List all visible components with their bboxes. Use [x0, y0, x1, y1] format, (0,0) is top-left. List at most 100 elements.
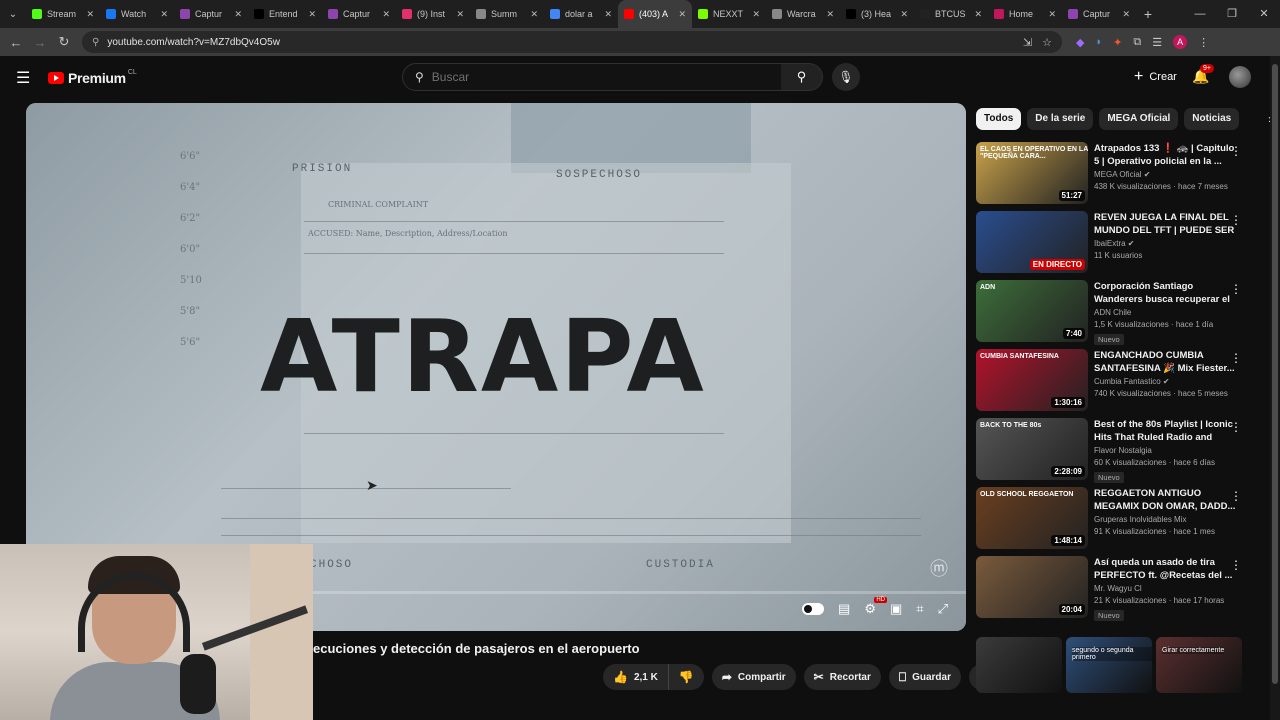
filter-chip[interactable]: Todos [976, 108, 1022, 130]
channel-name[interactable]: Mr. Wagyu Cl [1094, 584, 1240, 593]
save-button[interactable]: ⎕ Guardar [888, 664, 961, 690]
autoplay-toggle[interactable] [802, 603, 825, 615]
account-avatar[interactable] [1229, 66, 1251, 88]
forward-icon[interactable]: → [28, 35, 52, 50]
reload-icon[interactable]: ↻ [52, 34, 76, 50]
channel-name[interactable]: MEGA Oficial ✔ [1094, 170, 1240, 179]
channel-name[interactable]: IbaiExtra ✔ [1094, 239, 1240, 248]
restore-icon[interactable]: ❐ [1216, 0, 1248, 28]
recommendation-title[interactable]: ENGANCHADO CUMBIA SANTAFESINA 🎉 Mix Fies… [1094, 349, 1240, 375]
short-thumbnail[interactable]: segundo o segunda primero [1066, 637, 1152, 693]
recommendation-item[interactable]: EL CAOS EN OPERATIVO EN LA "PEQUEÑA CARA… [976, 142, 1252, 211]
youtube-logo[interactable]: Premium CL [48, 69, 137, 86]
browser-tab[interactable]: Watch ✕ [100, 0, 174, 28]
recommendation-title[interactable]: REVEN JUEGA LA FINAL DEL MUNDO DEL TFT |… [1094, 211, 1240, 237]
more-options-icon[interactable]: ⋮ [1230, 351, 1242, 365]
recommendation-item[interactable]: BACK TO THE 80s 2:28:09 Best of the 80s Pl… [976, 418, 1252, 487]
tab-close-icon[interactable]: ✕ [382, 9, 390, 20]
subtitles-icon[interactable]: ▤ [838, 601, 850, 617]
dislike-button[interactable]: 👎 [668, 664, 704, 690]
minimize-icon[interactable]: — [1184, 0, 1216, 28]
browser-tab[interactable]: (403) A ✕ [618, 0, 692, 28]
miniplayer-icon[interactable]: ▣ [890, 601, 902, 617]
short-thumbnail[interactable] [976, 637, 1062, 693]
new-tab-button[interactable]: + [1136, 6, 1160, 22]
video-thumbnail[interactable]: EN DIRECTO [976, 211, 1088, 273]
create-button[interactable]: + Crear [1124, 64, 1187, 90]
recommendation-title[interactable]: Atrapados 133 ❗ 🚓 | Capitulo 5 | Operati… [1094, 142, 1240, 168]
search-input[interactable] [431, 70, 732, 84]
site-info-icon[interactable]: ⚲ [92, 37, 99, 48]
browser-tab[interactable]: Entend ✕ [248, 0, 322, 28]
settings-gear-icon[interactable]: ⚙ HD [864, 597, 887, 617]
channel-name[interactable]: ADN Chile [1094, 308, 1240, 317]
voice-search-icon[interactable]: 🎙 [832, 63, 860, 91]
like-button[interactable]: 👍 2,1 K [603, 664, 669, 690]
video-thumbnail[interactable]: CUMBIA SANTAFESINA 1:30:16 [976, 349, 1088, 411]
menu-icon[interactable]: ☰ [16, 68, 34, 88]
browser-tab[interactable]: Summ ✕ [470, 0, 544, 28]
tab-close-icon[interactable]: ✕ [308, 9, 316, 20]
tab-close-icon[interactable]: ✕ [604, 9, 612, 20]
filter-chip[interactable]: MEGA Oficial [1099, 108, 1179, 130]
browser-tab[interactable]: (9) Inst ✕ [396, 0, 470, 28]
more-options-icon[interactable]: ⋮ [1230, 420, 1242, 434]
fullscreen-icon[interactable]: ⤢ [938, 601, 948, 617]
browser-tab[interactable]: BTCUS ✕ [914, 0, 988, 28]
page-scrollbar[interactable] [1270, 56, 1280, 720]
browser-tab[interactable]: Home ✕ [988, 0, 1062, 28]
tab-close-icon[interactable]: ✕ [86, 9, 94, 20]
more-options-icon[interactable]: ⋮ [1230, 489, 1242, 503]
browser-tab[interactable]: NEXXT ✕ [692, 0, 766, 28]
tab-close-icon[interactable]: ✕ [678, 9, 686, 20]
tab-close-icon[interactable]: ✕ [456, 9, 464, 20]
browser-tab[interactable]: Captur ✕ [322, 0, 396, 28]
scrollbar-thumb[interactable] [1272, 64, 1278, 684]
recommendation-item[interactable]: CUMBIA SANTAFESINA 1:30:16 ENGANCHADO CUMB… [976, 349, 1252, 418]
extensions-puzzle-icon[interactable]: ⧉ [1133, 36, 1141, 49]
close-window-icon[interactable]: ✕ [1248, 0, 1280, 28]
clip-button[interactable]: ✂ Recortar [803, 664, 881, 690]
filter-chip[interactable]: De la serie [1027, 108, 1094, 130]
more-options-icon[interactable]: ⋮ [1230, 144, 1242, 158]
browser-tab[interactable]: Captur ✕ [174, 0, 248, 28]
back-icon[interactable]: ← [4, 35, 28, 50]
search-button[interactable]: ⚲ [781, 63, 823, 91]
tab-close-icon[interactable]: ✕ [1122, 9, 1130, 20]
browser-tab[interactable]: Warcra ✕ [766, 0, 840, 28]
browser-tab[interactable]: dolar a ✕ [544, 0, 618, 28]
install-app-icon[interactable]: ⇲ [1023, 36, 1032, 49]
tab-close-icon[interactable]: ✕ [974, 9, 982, 20]
video-thumbnail[interactable]: BACK TO THE 80s 2:28:09 [976, 418, 1088, 480]
more-options-icon[interactable]: ⋮ [1230, 282, 1242, 296]
tab-close-icon[interactable]: ✕ [160, 9, 168, 20]
cast-icon[interactable]: ⌗ [916, 601, 923, 617]
tab-close-icon[interactable]: ✕ [530, 9, 538, 20]
recommendation-title[interactable]: Así queda un asado de tira PERFECTO ft. … [1094, 556, 1240, 582]
video-thumbnail[interactable]: OLD SCHOOL REGGAETON 1:48:14 [976, 487, 1088, 549]
browser-tab[interactable]: Captur ✕ [1062, 0, 1136, 28]
browser-tab[interactable]: Stream ✕ [26, 0, 100, 28]
reading-list-icon[interactable]: ☰ [1152, 36, 1162, 49]
recommendation-title[interactable]: Best of the 80s Playlist | Iconic Hits T… [1094, 418, 1240, 444]
share-button[interactable]: ➦ Compartir [711, 664, 796, 690]
recommendation-item[interactable]: 20:04 Así queda un asado de tira PERFECTO… [976, 556, 1252, 625]
recommendation-item[interactable]: ADN 7:40 Corporación Santiago Wanderers bu… [976, 280, 1252, 349]
tab-close-icon[interactable]: ✕ [234, 9, 242, 20]
tab-close-icon[interactable]: ✕ [752, 9, 760, 20]
channel-name[interactable]: Cumbia Fantastico ✔ [1094, 377, 1240, 386]
tab-search-icon[interactable]: ⌄ [0, 0, 26, 28]
bookmark-star-icon[interactable]: ☆ [1042, 36, 1052, 49]
notifications-bell-icon[interactable]: 🔔 9+ [1192, 64, 1214, 85]
profile-avatar[interactable]: A [1173, 35, 1188, 49]
channel-name[interactable]: Flavor Nostalgia [1094, 446, 1240, 455]
video-thumbnail[interactable]: ADN 7:40 [976, 280, 1088, 342]
filter-chip[interactable]: Noticias [1184, 108, 1240, 130]
extension-icon[interactable]: ◆ [1076, 36, 1084, 49]
recommendation-item[interactable]: EN DIRECTO REVEN JUEGA LA FINAL DEL MUNDO… [976, 211, 1252, 280]
more-options-icon[interactable]: ⋮ [1230, 213, 1242, 227]
browser-menu-icon[interactable]: ⋮ [1198, 36, 1209, 49]
video-thumbnail[interactable]: 20:04 [976, 556, 1088, 618]
recommendation-title[interactable]: REGGAETON ANTIGUO MEGAMIX DON OMAR, DADD… [1094, 487, 1240, 513]
browser-tab[interactable]: (3) Hea ✕ [840, 0, 914, 28]
